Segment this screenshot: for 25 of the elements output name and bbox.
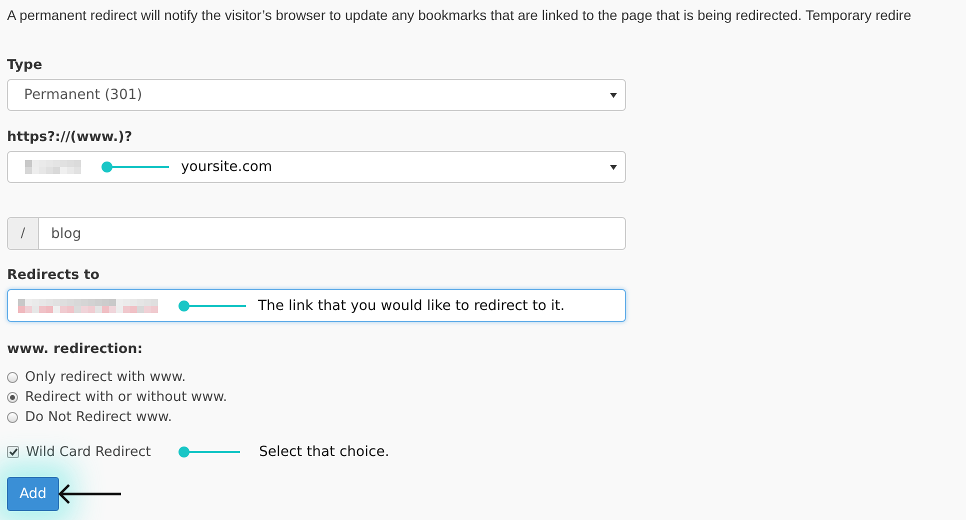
field-label: https?://(www.)? — [7, 129, 134, 145]
field-label: www. redirection: — [7, 341, 144, 357]
radio-button[interactable] — [7, 392, 18, 402]
redacted-text — [25, 160, 81, 174]
pointer-arrow — [57, 483, 123, 505]
checkbox[interactable] — [7, 446, 19, 458]
annotation-label: The link that you would like to redirect to it. — [258, 298, 565, 314]
radio-label[interactable]: Do Not Redirect www. — [25, 409, 172, 425]
caret-icon — [610, 92, 617, 98]
annotation-label: yoursite.com — [181, 159, 272, 175]
annotation-label: Select that choice. — [258, 444, 390, 460]
field-label: Type — [7, 57, 44, 73]
checkbox-label[interactable]: Wild Card Redirect — [26, 444, 151, 460]
path-field[interactable]: / blog — [7, 217, 626, 250]
prefix-label: / — [8, 218, 39, 249]
intro-text: A permanent redirect will notify the visitor’s browser to update any bookmarks that are linked to the page that is being redirected. Temporary redire — [7, 7, 912, 23]
redirect-field[interactable]: The link that you would like to redirect to it. — [7, 289, 626, 322]
radio-label[interactable]: Only redirect with www. — [25, 369, 186, 385]
radio-button[interactable] — [7, 412, 18, 422]
type-select[interactable]: Permanent (301) — [7, 79, 626, 111]
domain-select[interactable]: yoursite.com — [7, 151, 626, 183]
radio-button[interactable] — [7, 372, 18, 382]
caret-icon — [610, 164, 617, 170]
field-label: Redirects to — [7, 267, 101, 283]
radio-label[interactable]: Redirect with or without www. — [25, 389, 228, 405]
